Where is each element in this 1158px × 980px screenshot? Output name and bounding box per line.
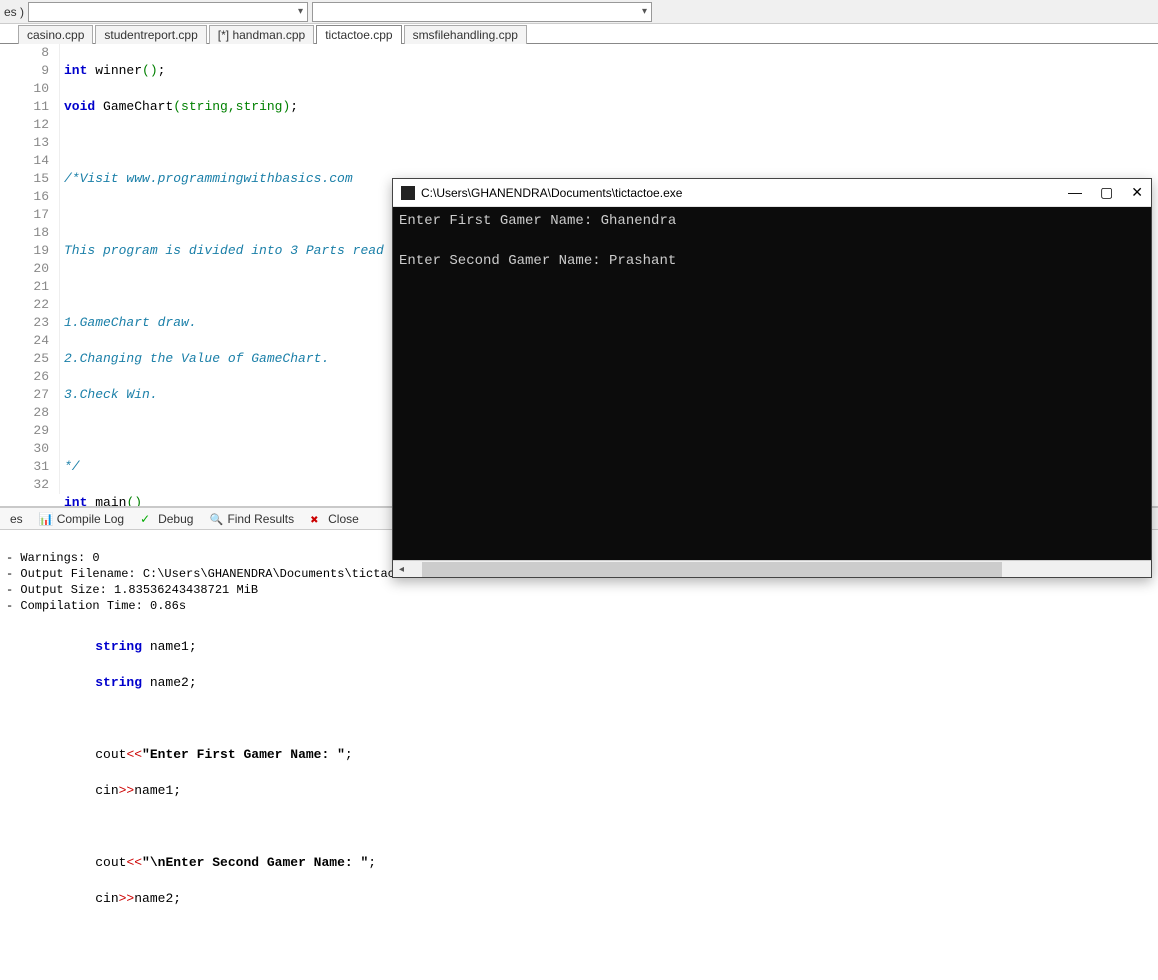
console-output[interactable]: Enter First Gamer Name: Ghanendra Enter … <box>393 207 1151 560</box>
console-horizontal-scrollbar[interactable]: ◂ <box>393 560 1151 577</box>
chevron-down-icon: ▾ <box>298 6 303 17</box>
tab-close[interactable]: Close <box>302 510 367 528</box>
toolbar-left-text: es ) <box>0 5 28 19</box>
chart-icon <box>39 512 53 526</box>
close-icon <box>310 512 324 526</box>
top-toolbar: es ) ▾ ▾ <box>0 0 1158 24</box>
minimize-icon[interactable]: — <box>1068 184 1082 201</box>
maximize-icon[interactable]: ▢ <box>1100 184 1113 201</box>
tab-handman[interactable]: [*] handman.cpp <box>209 25 314 44</box>
chevron-down-icon: ▾ <box>642 6 647 17</box>
scope-dropdown[interactable]: ▾ <box>28 2 308 22</box>
scroll-left-icon[interactable]: ◂ <box>393 564 410 575</box>
function-dropdown[interactable]: ▾ <box>312 2 652 22</box>
file-tabs: casino.cpp studentreport.cpp [*] handman… <box>0 24 1158 44</box>
tab-debug[interactable]: Debug <box>132 510 201 528</box>
tab-partial[interactable]: es <box>2 510 31 528</box>
tab-compile-log[interactable]: Compile Log <box>31 510 132 528</box>
line-gutter: 8 9 10 11 12 13 14 15 16 17 18 19 20 21 … <box>0 44 60 494</box>
console-window[interactable]: C:\Users\GHANENDRA\Documents\tictactoe.e… <box>392 178 1152 578</box>
tab-find-results[interactable]: Find Results <box>201 510 302 528</box>
scrollbar-thumb[interactable] <box>422 562 1002 577</box>
check-icon <box>140 512 154 526</box>
app-icon <box>401 186 415 200</box>
tab-casino[interactable]: casino.cpp <box>18 25 93 44</box>
tab-smsfilehandling[interactable]: smsfilehandling.cpp <box>404 25 527 44</box>
close-window-icon[interactable]: ✕ <box>1131 184 1143 201</box>
search-icon <box>209 512 223 526</box>
tab-tictactoe[interactable]: tictactoe.cpp <box>316 25 401 44</box>
tab-studentreport[interactable]: studentreport.cpp <box>95 25 206 44</box>
console-title-text: C:\Users\GHANENDRA\Documents\tictactoe.e… <box>421 186 682 200</box>
console-titlebar[interactable]: C:\Users\GHANENDRA\Documents\tictactoe.e… <box>393 179 1151 207</box>
